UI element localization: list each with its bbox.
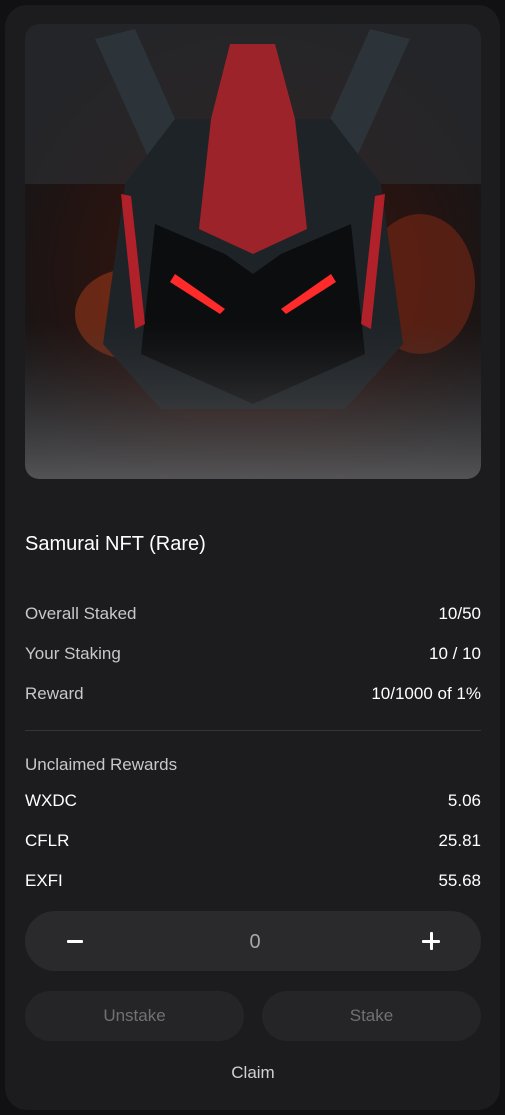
stat-value: 10/50 — [438, 604, 481, 623]
stat-label: Your Staking — [25, 644, 121, 663]
plus-icon — [422, 932, 440, 950]
stat-label: Overall Staked — [25, 604, 137, 623]
token-amount: 5.06 — [447, 791, 481, 810]
reward-row-cflr: CFLR 25.81 — [25, 829, 481, 853]
token-symbol: EXFI — [25, 871, 63, 890]
minus-icon — [67, 939, 83, 943]
token-symbol: WXDC — [25, 791, 77, 810]
divider — [25, 730, 481, 731]
reward-row-wxdc: WXDC 5.06 — [25, 789, 481, 813]
stat-row-reward: Reward 10/1000 of 1% — [25, 682, 481, 706]
stat-label: Reward — [25, 684, 84, 703]
reward-row-exfi: EXFI 55.68 — [25, 869, 481, 893]
quantity-stepper — [25, 911, 481, 973]
token-symbol: CFLR — [25, 831, 70, 850]
stake-button[interactable]: Stake — [262, 991, 481, 1041]
claim-button[interactable]: Claim — [25, 1063, 481, 1087]
token-amount: 55.68 — [438, 871, 481, 890]
decrement-button[interactable] — [40, 911, 110, 971]
stat-value: 10 / 10 — [429, 644, 481, 663]
quantity-input[interactable] — [125, 911, 385, 973]
nft-image — [25, 24, 481, 479]
stat-row-overall-staked: Overall Staked 10/50 — [25, 602, 481, 626]
nft-title: Samurai NFT (Rare) — [25, 533, 206, 555]
nft-staking-card: Samurai NFT (Rare) Overall Staked 10/50 … — [5, 5, 500, 1110]
increment-button[interactable] — [396, 911, 466, 971]
samurai-helmet-artwork — [25, 24, 481, 479]
stat-row-your-staking: Your Staking 10 / 10 — [25, 642, 481, 666]
unclaimed-rewards-heading: Unclaimed Rewards — [25, 755, 178, 774]
token-amount: 25.81 — [438, 831, 481, 850]
unstake-button[interactable]: Unstake — [25, 991, 244, 1041]
stat-value: 10/1000 of 1% — [371, 684, 481, 703]
